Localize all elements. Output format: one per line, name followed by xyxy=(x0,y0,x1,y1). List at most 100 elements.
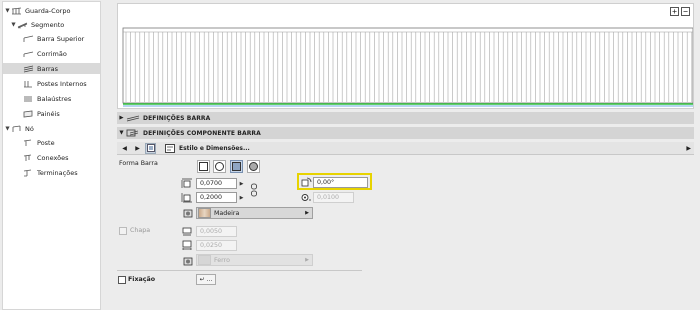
section-title: DEFINIÇÕES COMPONENTE BARRA xyxy=(143,129,261,137)
chapa-label: Chapa xyxy=(130,227,151,234)
plate-material-icon xyxy=(183,257,193,266)
chevron-down-icon[interactable]: ▼ xyxy=(4,126,11,132)
chevron-right-icon: ▶ xyxy=(305,210,309,216)
chain-link-icon[interactable] xyxy=(250,183,258,197)
tree-item-guarda-corpo[interactable]: ▼ Guarda-Corpo xyxy=(4,5,101,16)
baluster-icon xyxy=(24,95,32,102)
width-field[interactable]: 0,0700 xyxy=(196,178,237,189)
tree-item-label: Painéis xyxy=(37,109,60,118)
chevron-down-icon[interactable]: ▼ xyxy=(117,130,126,136)
railing-settings-window: ▼ Guarda-Corpo ▼ Segmento Barra Superior… xyxy=(0,0,700,310)
width-icon xyxy=(181,178,192,188)
height-icon xyxy=(181,193,192,203)
tree-item-label: Barra Superior xyxy=(37,34,85,43)
material-icon xyxy=(183,209,193,218)
panel-view-button[interactable] xyxy=(145,142,156,154)
shape-custom-circle-button[interactable] xyxy=(247,160,260,173)
chapa-material-dropdown[interactable]: Ferro ▶ xyxy=(196,254,313,266)
shape-custom-rect-button[interactable] xyxy=(230,160,243,173)
rail-settings-icon xyxy=(126,115,140,122)
chapa-checkbox[interactable] xyxy=(119,227,127,235)
rails-icon xyxy=(23,65,34,72)
inner-post-icon xyxy=(24,80,32,87)
section-title: DEFINIÇÕES BARRA xyxy=(143,114,211,122)
divider xyxy=(117,270,362,271)
rail-component-properties: Forma Barra 0,0700 ▶ 0,2000 ▶ Madeira ▶ xyxy=(117,156,694,271)
tree-item-conexoes[interactable]: Conexões xyxy=(23,152,120,163)
zoom-out-button[interactable]: − xyxy=(681,7,690,16)
tree-item-barra-superior[interactable]: Barra Superior xyxy=(23,33,120,44)
railing-preview[interactable]: + − xyxy=(117,3,694,109)
chevron-right-icon: ▶ xyxy=(305,257,309,263)
chevron-right-icon[interactable]: ▶ xyxy=(117,115,126,121)
chapa-material-value: Ferro xyxy=(214,256,230,264)
chevron-down-icon[interactable]: ▼ xyxy=(4,8,11,14)
angle-field[interactable]: 0,00° xyxy=(313,177,368,188)
offset-field[interactable]: 0,0100 xyxy=(313,192,354,203)
rotation-angle-icon xyxy=(301,177,312,187)
material-dropdown[interactable]: Madeira ▶ xyxy=(196,207,313,219)
tree-item-segmento[interactable]: ▼ Segmento xyxy=(10,19,107,30)
next-button[interactable]: ▶ xyxy=(132,143,143,154)
section-definicoes-componente-barra[interactable]: ▼ DEFINIÇÕES COMPONENTE BARRA xyxy=(117,127,694,139)
square-icon xyxy=(199,162,208,171)
chapa-thickness-field[interactable]: 0,0050 xyxy=(196,226,237,237)
fixacao-settings-button[interactable]: ↵ ... xyxy=(196,274,216,285)
style-dimensions-label[interactable]: Estilo e Dimensões... xyxy=(179,145,250,152)
height-field[interactable]: 0,2000 xyxy=(196,192,237,203)
tree-item-label: Corrimão xyxy=(37,49,67,58)
tree-item-label: Guarda-Corpo xyxy=(25,6,71,15)
tree-item-label: Segmento xyxy=(31,20,65,29)
zoom-in-button[interactable]: + xyxy=(670,7,679,16)
width-stepper[interactable]: ▶ xyxy=(238,178,245,189)
panel-icon xyxy=(146,144,155,152)
circle-icon xyxy=(215,162,224,171)
end-icon xyxy=(23,169,32,176)
material-swatch xyxy=(198,255,211,265)
top-rail-icon xyxy=(23,35,34,42)
offset-gear-icon xyxy=(301,194,311,201)
tree-item-label: Nó xyxy=(25,124,34,133)
tree-item-balaustres[interactable]: Balaústres xyxy=(23,93,120,104)
tree-item-label: Poste xyxy=(37,138,55,147)
tree-item-corrimao[interactable]: Corrimão xyxy=(23,48,120,59)
tree-item-label: Postes Internos xyxy=(37,79,87,88)
post-icon xyxy=(23,139,32,146)
component-tree: ▼ Guarda-Corpo ▼ Segmento Barra Superior… xyxy=(2,1,101,310)
chapa-width-field[interactable]: 0,0250 xyxy=(196,240,237,251)
style-dimensions-icon xyxy=(164,143,175,154)
plate-thickness-icon xyxy=(182,227,192,236)
tree-item-postes-internos[interactable]: Postes Internos xyxy=(23,78,120,89)
fixacao-label: Fixação xyxy=(128,276,156,283)
material-value: Madeira xyxy=(214,209,240,217)
node-icon xyxy=(12,125,21,132)
railing-icon xyxy=(11,7,22,14)
tree-item-label: Balaústres xyxy=(37,94,72,103)
segment-icon xyxy=(17,22,28,28)
panel-icon xyxy=(23,110,33,117)
tree-item-paineis[interactable]: Painéis xyxy=(23,108,120,119)
shape-circle-button[interactable] xyxy=(213,160,226,173)
fixacao-checkbox[interactable] xyxy=(118,276,126,284)
chevron-down-icon[interactable]: ▼ xyxy=(10,22,17,28)
handrail-icon xyxy=(23,51,34,57)
section-definicoes-barra[interactable]: ▶ DEFINIÇÕES BARRA xyxy=(117,112,694,124)
previous-button[interactable]: ◀ xyxy=(119,143,130,154)
tree-item-no[interactable]: ▼ Nó xyxy=(4,123,101,134)
tree-item-label: Conexões xyxy=(37,153,69,162)
tree-item-label: Terminações xyxy=(37,168,78,177)
hatched-circle-icon xyxy=(249,162,258,171)
material-swatch xyxy=(198,208,211,218)
height-stepper[interactable]: ▶ xyxy=(238,192,245,203)
panel-toolbar: ◀ ▶ Estilo e Dimensões... ▶ xyxy=(117,142,694,155)
plate-width-icon xyxy=(182,240,192,250)
railing-drawing xyxy=(122,27,693,107)
shape-rectangle-button[interactable] xyxy=(197,160,210,173)
hatched-square-icon xyxy=(232,162,241,171)
connection-icon xyxy=(23,154,32,161)
tree-item-label: Barras xyxy=(37,64,59,73)
tree-item-poste[interactable]: Poste xyxy=(23,137,120,148)
tree-item-barras[interactable]: Barras xyxy=(3,63,100,74)
tree-item-terminacoes[interactable]: Terminações xyxy=(23,167,120,178)
chevron-right-icon[interactable]: ▶ xyxy=(686,145,691,152)
